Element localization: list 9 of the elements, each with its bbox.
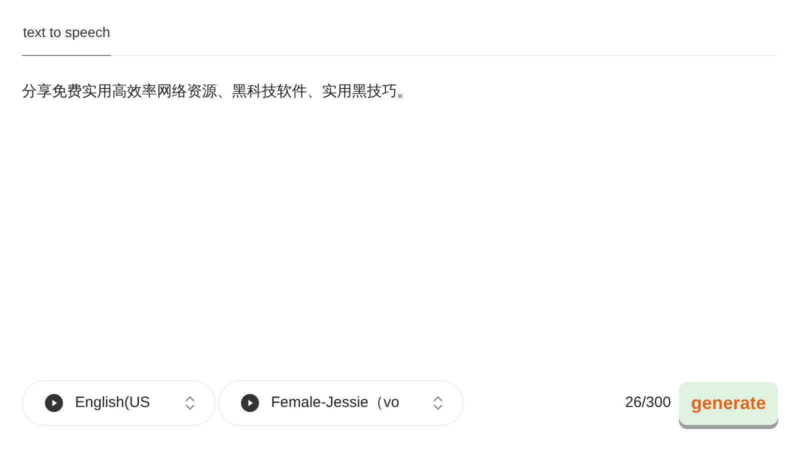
play-icon[interactable] (45, 394, 63, 412)
voice-select[interactable]: Female-Jessie（vo (218, 380, 464, 426)
sort-icon (433, 395, 443, 411)
character-counter: 26/300 (625, 392, 671, 413)
text-editor[interactable]: 分享免费实用高效率网络资源、黑科技软件、实用黑技巧。 (22, 80, 778, 380)
voice-select[interactable]: English(US (22, 380, 216, 426)
tab[interactable]: text to speech (22, 22, 112, 56)
sort-icon (185, 395, 195, 411)
play-icon[interactable] (241, 394, 259, 412)
